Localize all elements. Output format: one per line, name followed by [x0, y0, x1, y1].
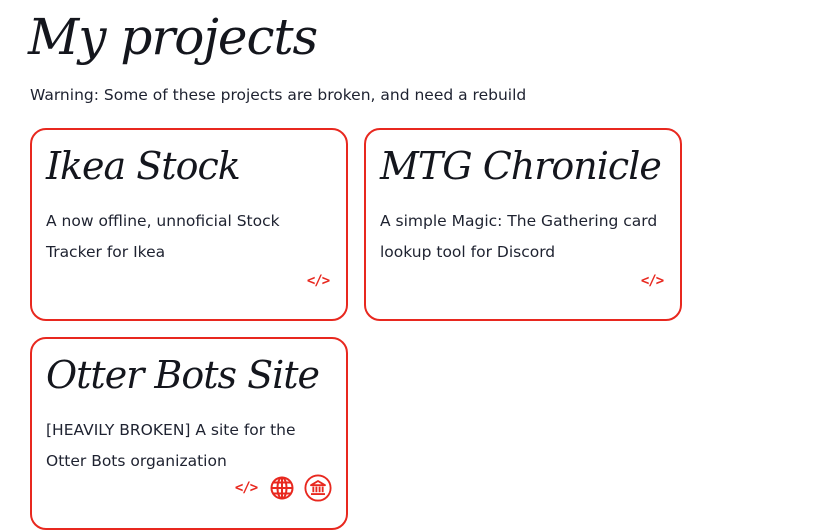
- project-title: Ikea Stock: [46, 144, 241, 188]
- project-links: </>: [638, 269, 666, 293]
- project-description: A simple Magic: The Gathering card looku…: [380, 212, 658, 261]
- project-description: [HEAVILY BROKEN] A site for the Otter Bo…: [46, 421, 296, 470]
- project-card-ikea-stock: Ikea Stock A now offline, unnoficial Sto…: [30, 128, 348, 321]
- code-icon[interactable]: </>: [638, 269, 666, 293]
- globe-icon[interactable]: [268, 474, 296, 502]
- code-icon[interactable]: </>: [304, 269, 332, 293]
- project-description: A now offline, unnoficial Stock Tracker …: [46, 212, 280, 261]
- bank-icon[interactable]: [304, 474, 332, 502]
- project-title: MTG Chronicle: [380, 144, 662, 188]
- project-card-mtg-chronicle: MTG Chronicle A simple Magic: The Gather…: [364, 128, 682, 321]
- warning-text: Warning: Some of these projects are brok…: [30, 86, 527, 104]
- project-card-otter-bots-site: Otter Bots Site [HEAVILY BROKEN] A site …: [30, 337, 348, 530]
- code-icon[interactable]: </>: [232, 476, 260, 500]
- project-title: Otter Bots Site: [46, 353, 320, 397]
- project-links: </>: [304, 269, 332, 293]
- projects-page: My projects Warning: Some of these proje…: [0, 0, 828, 532]
- page-title: My projects: [28, 8, 318, 66]
- project-links: </>: [232, 474, 332, 502]
